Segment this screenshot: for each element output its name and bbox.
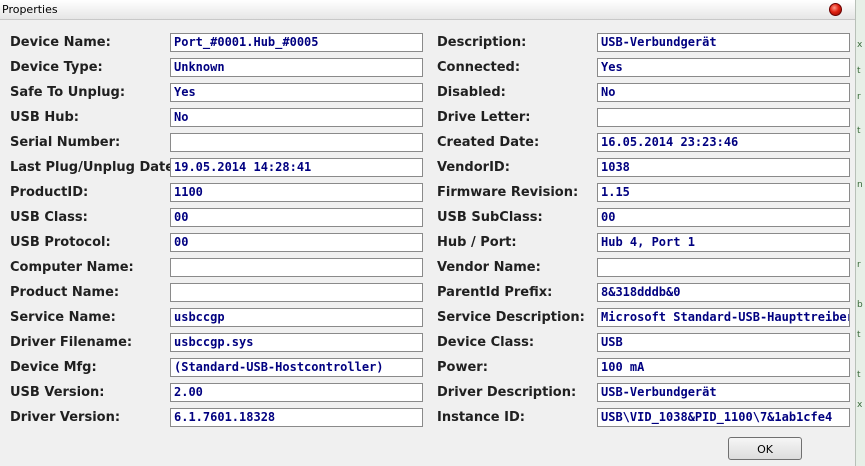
driver-description-field[interactable]: USB-Verbundgerät [597,383,850,402]
hub-port-label: Hub / Port: [437,235,517,250]
device-class-field[interactable]: USB [597,333,850,352]
hub-port-field[interactable]: Hub 4, Port 1 [597,233,850,252]
service-name-field[interactable]: usbccgp [170,308,423,327]
vendor-name-field[interactable] [597,258,850,277]
computer-name-field[interactable] [170,258,423,277]
close-icon[interactable] [829,3,842,16]
device-name-field[interactable]: Port_#0001.Hub_#0005 [170,33,423,52]
driver-version-label: Driver Version: [10,410,121,425]
usb-protocol-field[interactable]: 00 [170,233,423,252]
drive-letter-label: Drive Letter: [437,110,531,125]
driver-filename-field[interactable]: usbccgp.sys [170,333,423,352]
disabled-label: Disabled: [437,85,506,100]
driver-filename-label: Driver Filename: [10,335,133,350]
description-field[interactable]: USB-Verbundgerät [597,33,850,52]
parentid-prefix-label: ParentId Prefix: [437,285,553,300]
background-window-edge: x t r t n r b t t x [855,0,865,466]
service-description-label: Service Description: [437,310,585,325]
usb-hub-label: USB Hub: [10,110,79,125]
productid-label: ProductID: [10,185,89,200]
usb-version-field[interactable]: 2.00 [170,383,423,402]
serial-number-field[interactable] [170,133,423,152]
instance-id-field[interactable]: USB\VID_1038&PID_1100\7&1ab1cfe4 [597,408,850,427]
device-mfg-label: Device Mfg: [10,360,97,375]
connected-label: Connected: [437,60,521,75]
vendorid-label: VendorID: [437,160,510,175]
firmware-revision-field[interactable]: 1.15 [597,183,850,202]
connected-field[interactable]: Yes [597,58,850,77]
usb-class-field[interactable]: 00 [170,208,423,227]
usb-class-label: USB Class: [10,210,88,225]
safe-to-unplug-label: Safe To Unplug: [10,85,126,100]
product-name-field[interactable] [170,283,423,302]
usb-protocol-label: USB Protocol: [10,235,111,250]
vendor-name-label: Vendor Name: [437,260,541,275]
serial-number-label: Serial Number: [10,135,121,150]
product-name-label: Product Name: [10,285,120,300]
drive-letter-field[interactable] [597,108,850,127]
firmware-revision-label: Firmware Revision: [437,185,579,200]
description-label: Description: [437,35,527,50]
title-bar: Properties [0,0,855,20]
vendorid-field[interactable]: 1038 [597,158,850,177]
device-type-field[interactable]: Unknown [170,58,423,77]
driver-version-field[interactable]: 6.1.7601.18328 [170,408,423,427]
service-description-field[interactable]: Microsoft Standard-USB-Haupttreiber [597,308,850,327]
device-mfg-field[interactable]: (Standard-USB-Hostcontroller) [170,358,423,377]
created-date-label: Created Date: [437,135,540,150]
safe-to-unplug-field[interactable]: Yes [170,83,423,102]
productid-field[interactable]: 1100 [170,183,423,202]
power-field[interactable]: 100 mA [597,358,850,377]
last-plug-unplug-date-label: Last Plug/Unplug Date: [10,160,180,175]
properties-panel: Device Name: Port_#0001.Hub_#0005 Device T… [0,20,855,466]
usb-version-label: USB Version: [10,385,105,400]
instance-id-label: Instance ID: [437,410,525,425]
computer-name-label: Computer Name: [10,260,134,275]
parentid-prefix-field[interactable]: 8&318dddb&0 [597,283,850,302]
device-type-label: Device Type: [10,60,103,75]
last-plug-unplug-date-field[interactable]: 19.05.2014 14:28:41 [170,158,423,177]
window-title: Properties [2,3,58,16]
ok-button[interactable]: OK [728,437,802,460]
device-name-label: Device Name: [10,35,111,50]
created-date-field[interactable]: 16.05.2014 23:23:46 [597,133,850,152]
usb-hub-field[interactable]: No [170,108,423,127]
usb-subclass-field[interactable]: 00 [597,208,850,227]
power-label: Power: [437,360,488,375]
device-class-label: Device Class: [437,335,535,350]
usb-subclass-label: USB SubClass: [437,210,543,225]
service-name-label: Service Name: [10,310,116,325]
disabled-field[interactable]: No [597,83,850,102]
driver-description-label: Driver Description: [437,385,577,400]
